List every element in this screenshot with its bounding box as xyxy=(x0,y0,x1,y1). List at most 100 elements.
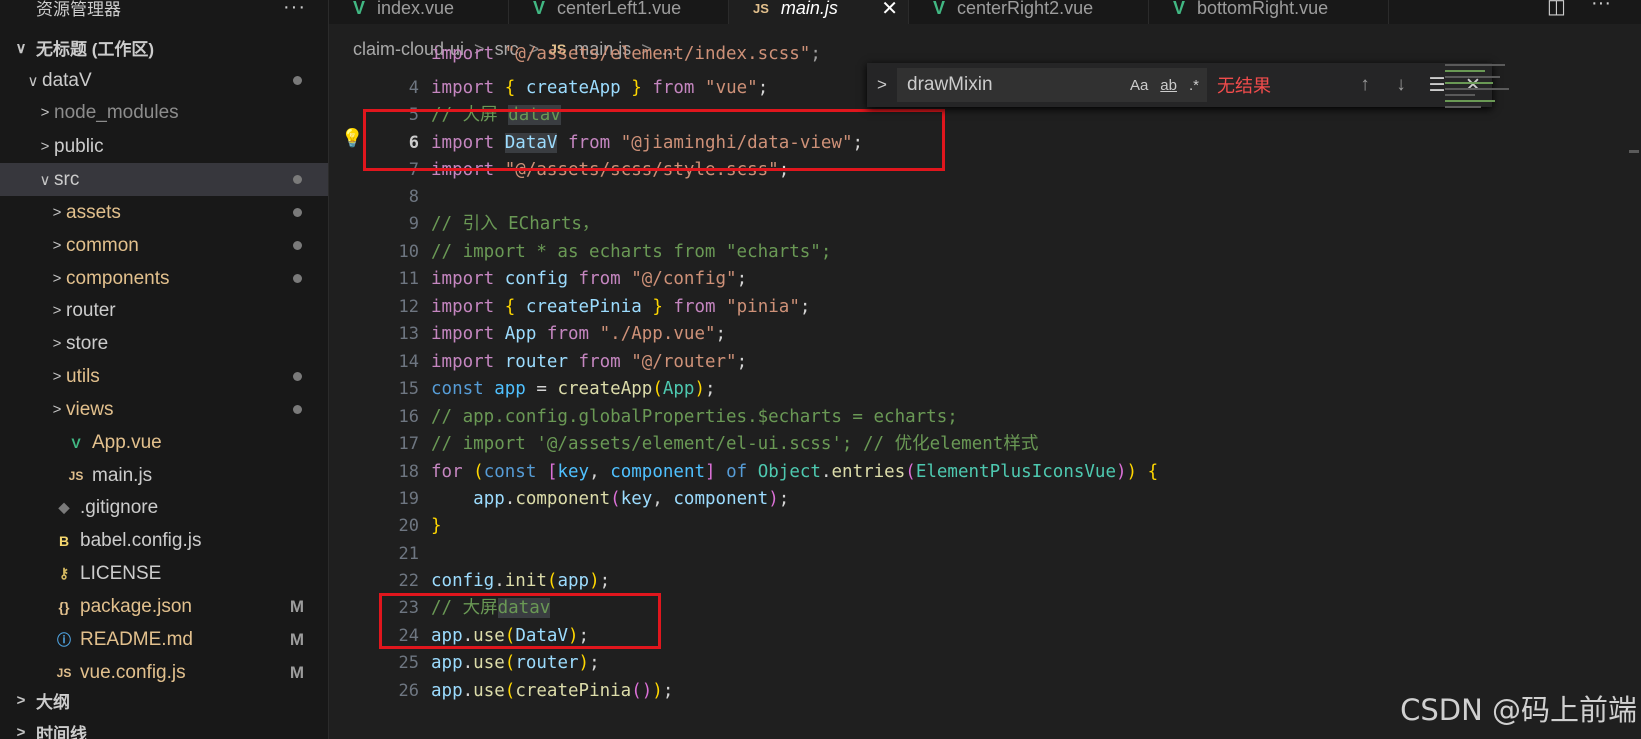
tab-label: centerLeft1.vue xyxy=(557,0,682,18)
tab-bottomright-vue[interactable]: V bottomRight.vue xyxy=(1149,0,1389,24)
timeline-label: 时间线 xyxy=(36,725,87,739)
chevron-down-icon: ∨ xyxy=(15,39,27,57)
tree-item[interactable]: ⓘ README.md M xyxy=(0,623,328,656)
file-type-icon: V xyxy=(71,434,81,451)
more-actions-button[interactable]: ··· xyxy=(283,0,306,19)
chevron-right-icon: > xyxy=(52,368,62,385)
tab-main-js[interactable]: JS main.js ✕ xyxy=(729,0,909,24)
tab-label: centerRight2.vue xyxy=(957,0,1094,18)
chevron-right-icon: > xyxy=(52,302,62,319)
tree-item[interactable]: ◆ .gitignore xyxy=(0,491,328,524)
line-number: 20 xyxy=(398,516,419,536)
tree-item-label: assets xyxy=(66,201,121,223)
line-number: 22 xyxy=(398,571,419,591)
tab-label: index.vue xyxy=(377,0,455,18)
tree-item[interactable]: > utils xyxy=(0,360,328,393)
tree-item[interactable]: JS main.js xyxy=(0,459,328,492)
outline-section[interactable]: > 大纲 xyxy=(0,684,328,717)
tree-item[interactable]: > components xyxy=(0,262,328,295)
tab-bar: V index.vue V centerLeft1.vue JS main.js… xyxy=(329,0,1641,24)
tree-item[interactable]: > assets xyxy=(0,196,328,229)
arrow-up-icon[interactable]: ↑ xyxy=(1347,74,1383,96)
tree-item-label: views xyxy=(66,398,114,420)
split-editor-icon[interactable]: ◫ xyxy=(1547,0,1566,19)
chevron-right-icon: > xyxy=(52,270,62,287)
chevron-down-icon: ∨ xyxy=(27,72,39,90)
line-number: 17 xyxy=(398,434,419,454)
tree-item-label: dataV xyxy=(42,69,92,91)
find-input[interactable]: drawMixin Aa ab .* xyxy=(897,68,1207,102)
tree-item-label: App.vue xyxy=(92,431,162,453)
tree-item-label: public xyxy=(54,135,104,157)
more-actions-icon[interactable]: ··· xyxy=(1591,0,1611,15)
tree-item[interactable]: ∨ src xyxy=(0,163,328,196)
tab-centerright2-vue[interactable]: V centerRight2.vue xyxy=(909,0,1149,24)
vue-icon: V xyxy=(933,0,946,18)
toggle-replace-chevron-icon[interactable]: > xyxy=(867,75,897,95)
line-number: 18 xyxy=(398,462,419,482)
tree-item-label: store xyxy=(66,332,109,354)
code-line: import { createApp } from "vue"; xyxy=(431,78,769,98)
file-type-icon: ⚷ xyxy=(58,565,70,581)
line-number: 11 xyxy=(398,269,419,289)
timeline-section[interactable]: > 时间线 xyxy=(0,716,328,739)
minimap[interactable] xyxy=(1437,60,1517,140)
lightbulb-icon[interactable]: 💡 xyxy=(341,128,363,149)
tree-item[interactable]: > common xyxy=(0,229,328,262)
line-number: 21 xyxy=(398,544,419,564)
tree-item[interactable]: V App.vue xyxy=(0,426,328,459)
file-type-icon: ◆ xyxy=(58,499,70,515)
tree-item-label: README.md xyxy=(80,628,193,650)
tree-item[interactable]: {} package.json M xyxy=(0,590,328,623)
tree-item[interactable]: ∨ dataV xyxy=(0,64,328,97)
vertical-scrollbar[interactable] xyxy=(1627,60,1641,739)
tree-item[interactable]: > node_modules xyxy=(0,96,328,129)
find-query: drawMixin xyxy=(907,74,993,95)
tree-item[interactable]: Bbabel.config.js xyxy=(0,524,328,557)
file-type-icon: ⓘ xyxy=(57,631,71,648)
tab-index-vue[interactable]: V index.vue xyxy=(329,0,509,24)
code-line: config.init(app); xyxy=(431,571,611,591)
tree-item-label: vue.config.js xyxy=(80,661,186,683)
tree-item[interactable]: > views xyxy=(0,393,328,426)
regex-button[interactable]: .* xyxy=(1189,77,1199,94)
tree-item[interactable]: > public xyxy=(0,130,328,163)
line-number: 26 xyxy=(398,681,419,701)
line-number: 19 xyxy=(398,489,419,509)
git-status-badge: M xyxy=(289,662,304,682)
match-whole-word-button[interactable]: ab xyxy=(1160,77,1177,94)
code-line: app.component(key, component); xyxy=(473,489,790,509)
tree-item-label: package.json xyxy=(80,595,192,617)
workspace-root[interactable]: ∨ 无标题 (工作区) xyxy=(0,31,328,64)
tree-item[interactable]: ⚷ LICENSE xyxy=(0,557,328,590)
modified-dot-icon xyxy=(293,208,302,217)
tab-centerleft1-vue[interactable]: V centerLeft1.vue xyxy=(509,0,729,24)
modified-dot-icon xyxy=(293,372,302,381)
tree-item[interactable]: > store xyxy=(0,327,328,360)
line-number: 10 xyxy=(398,242,419,262)
close-icon[interactable]: ✕ xyxy=(881,0,898,21)
find-status: 无结果 xyxy=(1217,76,1271,96)
chevron-down-icon: ∨ xyxy=(39,171,51,189)
line-number: 14 xyxy=(398,352,419,372)
chevron-right-icon: > xyxy=(52,237,62,254)
explorer-sidebar: 资源管理器 ··· ∨ 无标题 (工作区) ∨ dataV > node_module… xyxy=(0,0,329,739)
arrow-down-icon[interactable]: ↓ xyxy=(1383,74,1419,96)
git-status-badge: M xyxy=(289,596,304,616)
code-line: import App from "./App.vue"; xyxy=(431,324,727,344)
git-status-badge: M xyxy=(289,629,304,649)
chevron-right-icon: > xyxy=(16,724,26,739)
tree-item-label: router xyxy=(66,299,116,321)
line-number: 16 xyxy=(398,407,419,427)
outline-label: 大纲 xyxy=(36,693,70,712)
tree-item-label: utils xyxy=(66,365,100,387)
watermark: CSDN @码上前端 xyxy=(1400,693,1637,727)
line-number: 12 xyxy=(398,297,419,317)
tree-item-label: src xyxy=(54,168,80,190)
code-line: import router from "@/router"; xyxy=(431,352,748,372)
tree-item[interactable]: > router xyxy=(0,294,328,327)
chevron-right-icon: > xyxy=(16,692,26,709)
file-type-icon: B xyxy=(58,532,70,549)
chevron-right-icon: > xyxy=(52,401,62,418)
match-case-button[interactable]: Aa xyxy=(1130,77,1148,94)
